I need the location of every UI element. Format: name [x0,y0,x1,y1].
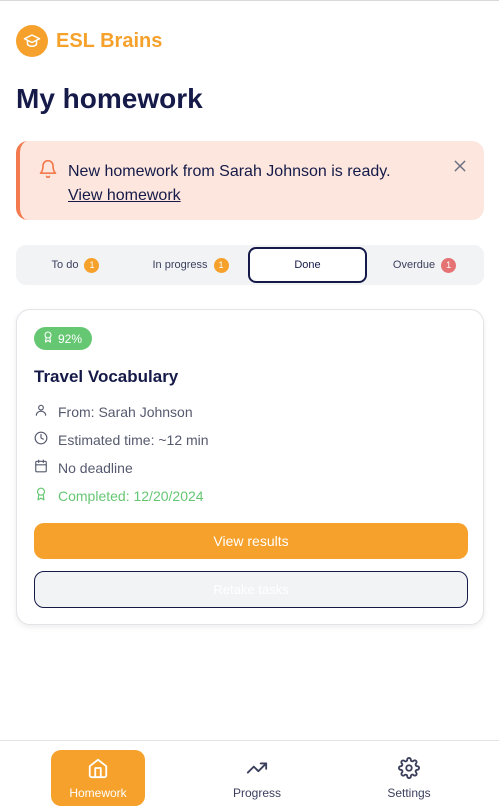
meta-deadline: No deadline [34,459,133,476]
completed-text: Completed: 12/20/2024 [58,487,204,504]
tab-to-do[interactable]: To do 1 [18,247,133,283]
gear-icon [398,756,420,782]
graduation-cap-icon [16,25,48,57]
tab-overdue[interactable]: Overdue 1 [367,247,482,283]
nav-label: Homework [69,785,127,800]
homework-title: Travel Vocabulary [34,367,179,386]
alert-text: New homework from Sarah Johnson is ready… [68,160,391,208]
calendar-icon [34,459,48,476]
bell-icon [38,159,58,184]
award-icon [42,331,54,346]
nav-homework[interactable]: Homework [51,750,145,806]
user-icon [34,403,48,420]
score-badge: 92% [34,327,93,350]
bottom-navigation: Homework Progress Settings [0,740,499,811]
nav-progress[interactable]: Progress [210,750,304,806]
trending-up-icon [246,757,268,782]
view-homework-link[interactable]: View homework [68,184,181,208]
tab-label: Overdue [392,259,436,271]
tab-label: To do [51,259,79,271]
deadline-text: No deadline [58,459,133,476]
score-value: 92% [58,331,83,346]
view-results-button[interactable]: View results [34,523,468,559]
brand-name: ESL Brains [56,29,163,52]
tab-label: In progress [152,259,208,271]
nav-label: Settings [387,785,431,800]
time-text: Estimated time: ~12 min [58,431,209,448]
tab-done[interactable]: Done [248,247,367,283]
top-divider [0,0,499,1]
homework-card: 92% Travel Vocabulary From: Sarah Johnso… [16,309,484,625]
clock-icon [34,431,48,448]
meta-completed: Completed: 12/20/2024 [34,487,204,504]
alert-message: New homework from Sarah Johnson is ready… [68,163,391,180]
retake-tasks-button[interactable]: Retake tasks [34,571,468,608]
page-title: My homework [16,83,203,114]
nav-label: Progress [232,785,282,800]
meta-from: From: Sarah Johnson [34,403,193,420]
status-tabs: To do 1 In progress 1 Done Overdue 1 [16,245,484,285]
count-badge: 1 [84,257,100,273]
meta-time: Estimated time: ~12 min [34,431,209,448]
award-icon [34,487,48,504]
tab-label: Done [294,259,321,271]
brand[interactable]: ESL Brains [16,25,162,57]
from-text: From: Sarah Johnson [58,403,193,420]
nav-settings[interactable]: Settings [362,750,456,806]
count-badge: 1 [441,257,457,273]
home-icon [87,757,109,782]
tab-in-progress[interactable]: In progress 1 [133,247,248,283]
count-badge: 1 [213,257,229,273]
homework-alert: New homework from Sarah Johnson is ready… [16,141,484,220]
close-icon[interactable] [452,158,468,179]
